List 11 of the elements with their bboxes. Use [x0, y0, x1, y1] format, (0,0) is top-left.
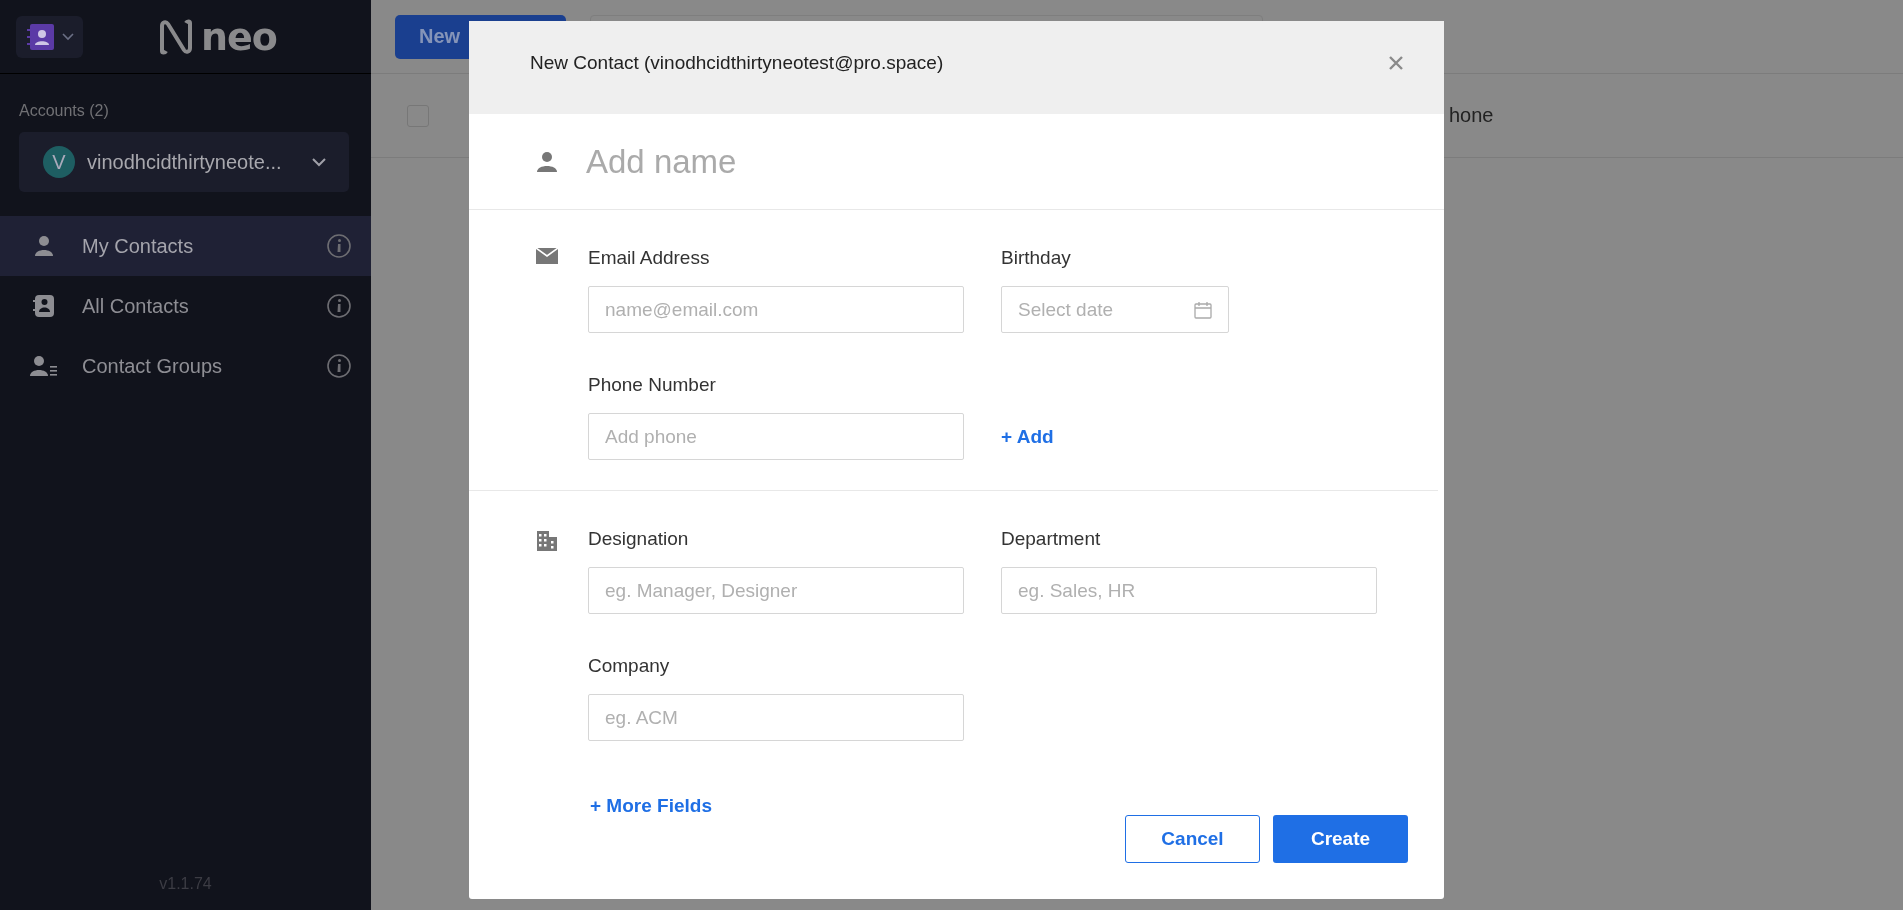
logo-text: neo — [201, 14, 277, 59]
field-label: Phone Number — [588, 373, 717, 397]
field-label: Company — [588, 654, 671, 678]
accounts-label: Accounts (2) — [19, 102, 110, 120]
field-label: Designation — [588, 527, 690, 551]
dialog-title: New Contact (vinodhcidthirtyneotest@pro.space) — [530, 51, 944, 74]
field-label: Email Address — [588, 246, 711, 270]
column-header: hone — [1449, 104, 1494, 127]
account-avatar: V — [43, 146, 75, 178]
field-label: Birthday — [1001, 246, 1072, 270]
field-label: Department — [1001, 527, 1102, 551]
